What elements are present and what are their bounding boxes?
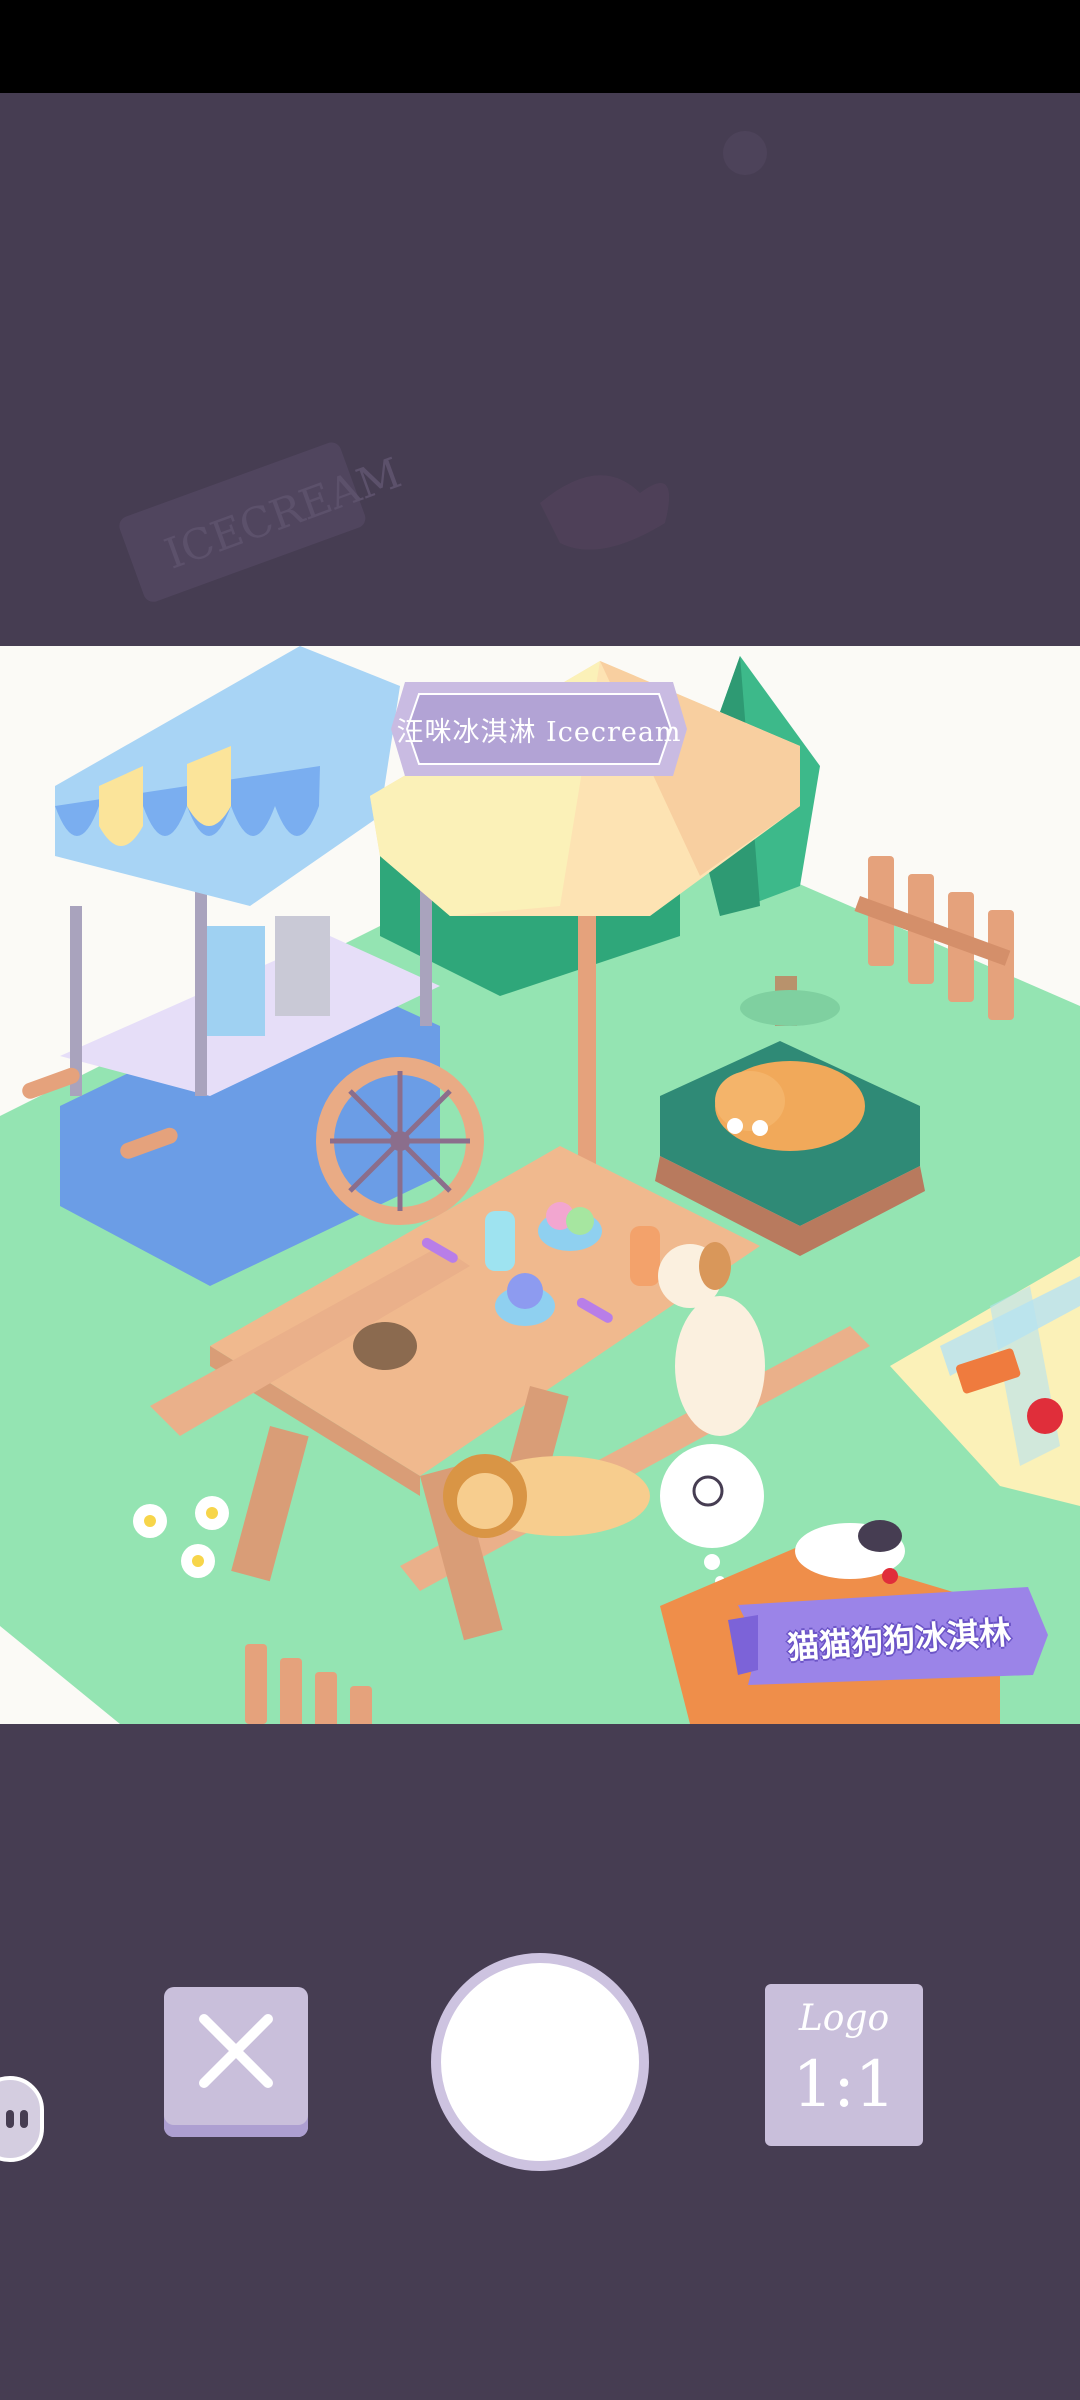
shop-sign: 汪咪冰淇淋 Icecream [385,676,693,782]
brand-banner: 猫猫狗狗冰淇林 [728,1575,1058,1695]
shop-sign-label: 汪咪冰淇淋 Icecream [396,716,682,748]
close-button[interactable] [164,1987,308,2137]
sleeping-lion [443,1454,650,1538]
game-scene-snapshot [0,646,1080,1724]
shutter-button[interactable] [431,1953,649,2171]
hedgehog [353,1322,417,1370]
backdrop-decoration: ICECREAM [119,131,767,602]
logo-label: Logo [798,1998,890,2039]
ratio-label: 1:1 [792,2048,896,2122]
status-bar [0,0,1080,93]
scene-illustration [0,646,1080,1724]
handle-eye-right [20,2110,28,2128]
camera-controls: Logo 1:1 [0,1940,1080,2190]
close-x-icon [199,2014,273,2088]
handle-eye-left [6,2110,14,2128]
logo-ratio-toggle[interactable]: Logo 1:1 [765,1984,923,2146]
